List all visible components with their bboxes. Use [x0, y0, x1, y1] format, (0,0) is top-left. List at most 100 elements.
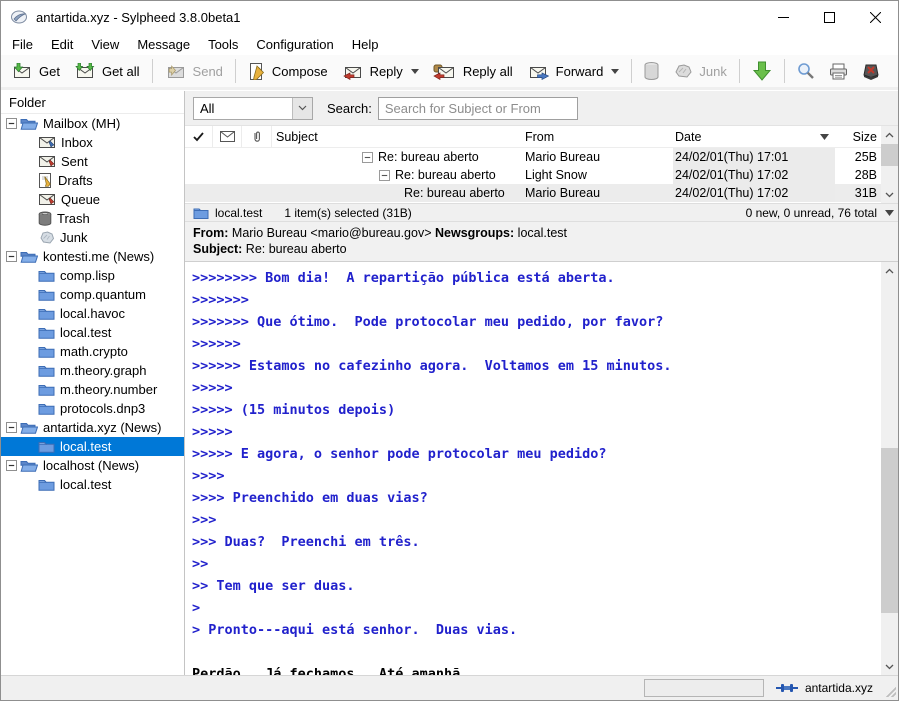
chevron-down-icon[interactable]	[611, 69, 619, 74]
sidebar-item-queue[interactable]: Queue	[1, 190, 184, 209]
quoted-line: > Pronto---aqui está senhor. Duas vias.	[192, 619, 881, 641]
chevron-down-icon[interactable]	[411, 69, 419, 74]
sidebar-item-m-theory-number[interactable]: m.theory.number	[1, 380, 184, 399]
scroll-down-icon[interactable]	[881, 658, 898, 675]
message-date: 24/02/01(Thu) 17:02	[673, 166, 835, 184]
sidebar-item-sent[interactable]: Sent	[1, 152, 184, 171]
expander-minus-icon[interactable]	[6, 460, 17, 471]
header-line-from: From: Mario Bureau <mario@bureau.gov> Ne…	[193, 225, 890, 241]
get-all-button[interactable]: Get all	[67, 57, 147, 86]
from-column-header[interactable]: From	[523, 126, 673, 147]
menu-edit[interactable]: Edit	[42, 35, 82, 54]
junk-folder-icon	[38, 231, 55, 244]
filter-scope-select[interactable]: All	[193, 97, 313, 120]
body-line	[192, 641, 881, 663]
sidebar-item-trash[interactable]: Trash	[1, 209, 184, 228]
compose-icon	[248, 63, 266, 80]
sidebar-item-label: comp.quantum	[60, 287, 146, 302]
print-icon	[829, 63, 848, 80]
sidebar-item-local-test[interactable]: local.test	[1, 437, 184, 456]
unread-column-header[interactable]	[213, 126, 242, 147]
scroll-up-icon[interactable]	[881, 126, 898, 143]
search-button[interactable]	[790, 57, 822, 86]
menu-view[interactable]: View	[82, 35, 128, 54]
message-row[interactable]: Re: bureau abertoMario Bureau24/02/01(Th…	[185, 184, 881, 202]
attachment-column-header[interactable]	[242, 126, 272, 147]
thread-expander-icon[interactable]	[379, 170, 390, 181]
get-button[interactable]: Get	[4, 57, 67, 86]
sidebar-item-comp-quantum[interactable]: comp.quantum	[1, 285, 184, 304]
message-size: 31B	[835, 184, 881, 202]
toolbar-separator	[152, 59, 153, 83]
resize-grip[interactable]	[883, 684, 896, 697]
status-dropdown-icon[interactable]	[885, 210, 894, 216]
menu-help[interactable]: Help	[343, 35, 388, 54]
message-list-scrollbar[interactable]	[881, 126, 898, 203]
sidebar-item-local-test[interactable]: local.test	[1, 475, 184, 494]
message-subject-cell: Re: bureau aberto	[272, 184, 523, 202]
scroll-down-icon[interactable]	[881, 186, 898, 203]
sidebar-item-antartida-xyz-news[interactable]: antartida.xyz (News)	[1, 418, 184, 437]
get-all-mail-icon	[74, 63, 96, 79]
sidebar-item-protocols-dnp3[interactable]: protocols.dnp3	[1, 399, 184, 418]
reply-all-button[interactable]: Reply all	[426, 57, 520, 86]
date-column-header[interactable]: Date	[673, 126, 835, 147]
sidebar-item-m-theory-graph[interactable]: m.theory.graph	[1, 361, 184, 380]
date-column-label: Date	[675, 130, 701, 144]
quoted-line: >>>>>>>	[192, 289, 881, 311]
minimize-button[interactable]	[760, 1, 806, 33]
folder-pane-header[interactable]: Folder	[1, 91, 184, 114]
from-label: From:	[193, 226, 228, 240]
maximize-button[interactable]	[806, 1, 852, 33]
message-subject: Re: bureau aberto	[404, 186, 505, 200]
sidebar-item-label: local.test	[60, 325, 111, 340]
message-row[interactable]: Re: bureau abertoLight Snow24/02/01(Thu)…	[185, 166, 881, 184]
chevron-down-icon[interactable]	[292, 98, 312, 119]
menu-tools[interactable]: Tools	[199, 35, 247, 54]
quoted-line: >>>>>>> Que ótimo. Pode protocolar meu p…	[192, 311, 881, 333]
sidebar-item-label: localhost (News)	[43, 458, 139, 473]
message-row-env-cell	[213, 166, 242, 184]
expander-minus-icon[interactable]	[6, 118, 17, 129]
sidebar-item-inbox[interactable]: Inbox	[1, 133, 184, 152]
print-button[interactable]	[822, 57, 855, 86]
reply-button[interactable]: Reply	[335, 57, 426, 86]
scroll-thumb[interactable]	[881, 448, 898, 613]
sidebar-item-math-crypto[interactable]: math.crypto	[1, 342, 184, 361]
next-unread-button[interactable]	[745, 57, 779, 86]
folder-icon	[38, 269, 55, 282]
queue-icon	[38, 193, 56, 206]
scroll-up-icon[interactable]	[881, 262, 898, 279]
search-input[interactable]	[378, 97, 578, 120]
status-selected-info: 1 item(s) selected (31B)	[284, 206, 411, 220]
sidebar-item-mailbox-mh[interactable]: Mailbox (MH)	[1, 114, 184, 133]
expander-minus-icon[interactable]	[6, 422, 17, 433]
sidebar-item-junk[interactable]: Junk	[1, 228, 184, 247]
message-list-header: Subject From Date Size	[185, 126, 881, 148]
sidebar-item-comp-lisp[interactable]: comp.lisp	[1, 266, 184, 285]
message-body-scrollbar[interactable]	[881, 262, 898, 675]
sidebar-item-kontesti-me-news[interactable]: kontesti.me (News)	[1, 247, 184, 266]
sidebar-item-drafts[interactable]: Drafts	[1, 171, 184, 190]
sidebar-item-local-test[interactable]: local.test	[1, 323, 184, 342]
mark-column-header[interactable]	[185, 126, 213, 147]
thread-expander-icon[interactable]	[362, 152, 373, 163]
quoted-line: >>>>>>	[192, 333, 881, 355]
stop-button[interactable]	[855, 57, 887, 86]
expander-minus-icon[interactable]	[6, 251, 17, 262]
size-column-header[interactable]: Size	[835, 126, 881, 147]
close-button[interactable]	[852, 1, 898, 33]
menu-configuration[interactable]: Configuration	[247, 35, 342, 54]
forward-button[interactable]: Forward	[520, 57, 627, 86]
menu-message[interactable]: Message	[128, 35, 199, 54]
sidebar-item-local-havoc[interactable]: local.havoc	[1, 304, 184, 323]
quoted-line: >>>>>	[192, 377, 881, 399]
message-row[interactable]: Re: bureau abertoMario Bureau24/02/01(Th…	[185, 148, 881, 166]
menu-file[interactable]: File	[3, 35, 42, 54]
message-row-clip-cell	[242, 166, 272, 184]
subject-column-header[interactable]: Subject	[272, 126, 523, 147]
sidebar-item-localhost-news[interactable]: localhost (News)	[1, 456, 184, 475]
scroll-thumb[interactable]	[881, 144, 898, 166]
compose-button[interactable]: Compose	[241, 57, 335, 86]
folder-icon	[193, 207, 209, 219]
